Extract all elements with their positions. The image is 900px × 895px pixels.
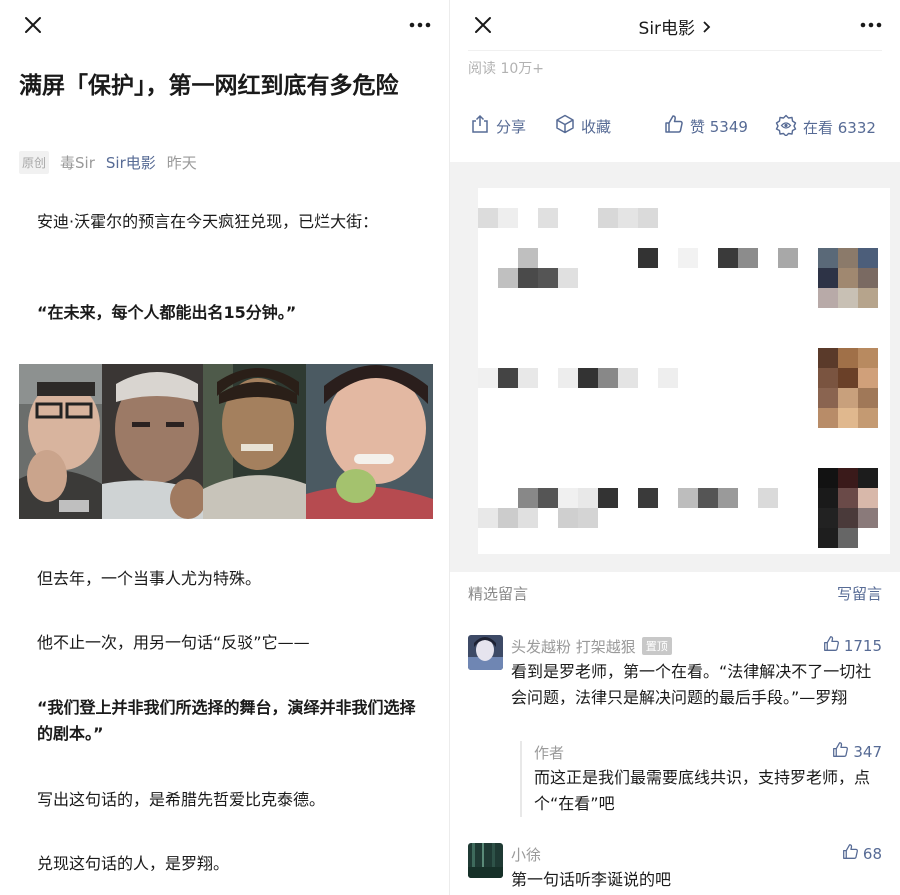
like-count: 赞 5349 bbox=[690, 117, 748, 136]
comment-like-button[interactable]: 68 bbox=[842, 843, 882, 864]
more-icon[interactable] bbox=[856, 10, 886, 40]
photo-person-2 bbox=[102, 364, 203, 519]
comment-text: 看到是罗老师，第一个在看。“法律解决不了一切社会问题，法律只是解决问题的最后手段… bbox=[511, 662, 872, 707]
thumbs-up-icon bbox=[664, 114, 684, 138]
account-navbar: Sir电影 bbox=[450, 0, 900, 50]
write-comment-button[interactable]: 写留言 bbox=[837, 583, 882, 604]
reply-like-count: 347 bbox=[853, 742, 882, 761]
article-actions: 分享 收藏 赞 5349 在看 6332 bbox=[450, 114, 900, 140]
favorite-button[interactable]: 收藏 bbox=[555, 114, 611, 138]
like-button[interactable]: 赞 5349 bbox=[664, 114, 748, 138]
article-quote: “在未来，每个人都能出名15分钟。” bbox=[37, 303, 297, 322]
avatar[interactable] bbox=[468, 843, 503, 878]
more-icon[interactable] bbox=[405, 10, 435, 40]
original-badge: 原创 bbox=[19, 150, 50, 174]
comment-author-row: 小徐 bbox=[511, 843, 882, 865]
comment-body: 小徐 68 第一句话听李诞说的吧 bbox=[511, 843, 882, 893]
article-paragraph: 安迪·沃霍尔的预言在今天疯狂兑现，已烂大街： bbox=[37, 212, 379, 231]
article-paragraph: 写出这句话的，是希腊先哲爱比克泰德。 bbox=[37, 790, 326, 809]
comment-like-button[interactable]: 1715 bbox=[823, 635, 882, 656]
article-paragraph: 他不止一次，用另一句话“反驳”它—— bbox=[37, 633, 310, 652]
article-title: 满屏「保护」，第一网红到底有多危险 bbox=[19, 73, 399, 99]
watching-count: 在看 6332 bbox=[803, 118, 876, 137]
blurred-promo-image bbox=[478, 188, 890, 554]
reply-like-button[interactable]: 347 bbox=[832, 741, 882, 762]
share-icon bbox=[470, 114, 490, 138]
account-link[interactable]: Sir电影 bbox=[106, 152, 156, 173]
promo-area bbox=[450, 162, 900, 572]
article-meta: 原创 毒Sir Sir电影 昨天 bbox=[19, 150, 197, 174]
article-paragraph: 但去年，一个当事人尤为特殊。 bbox=[37, 569, 262, 588]
watching-icon bbox=[775, 114, 797, 140]
photo-person-1 bbox=[19, 364, 102, 519]
favorite-icon bbox=[555, 114, 575, 138]
comments-label: 精选留言 bbox=[468, 585, 529, 603]
comment-body: 头发越粉 打架越狠 置顶 1715 看到是罗老师，第一个在看。“法律解决不了一切… bbox=[511, 635, 882, 711]
reply-text: 而这正是我们最需要底线共识，支持罗老师，点个“在看”吧 bbox=[534, 768, 871, 813]
comment-author: 头发越粉 打架越狠 bbox=[511, 637, 636, 656]
photo-person-3 bbox=[203, 364, 306, 519]
thumbs-up-icon bbox=[823, 635, 840, 656]
reply-author: 作者 bbox=[534, 743, 565, 762]
article-paragraph: 兑现这句话的人，是罗翔。 bbox=[37, 854, 230, 873]
article-navbar bbox=[0, 0, 449, 50]
article-panel: 满屏「保护」，第一网红到底有多危险 原创 毒Sir Sir电影 昨天 安迪·沃霍… bbox=[0, 0, 450, 895]
share-label: 分享 bbox=[496, 117, 527, 136]
avatar[interactable] bbox=[468, 635, 503, 670]
comments-header: 精选留言 写留言 bbox=[468, 583, 882, 604]
comment-like-count: 1715 bbox=[843, 636, 882, 655]
comment-author: 小徐 bbox=[511, 845, 542, 864]
account-title: Sir电影 bbox=[638, 19, 696, 39]
publish-time: 昨天 bbox=[166, 153, 197, 172]
author-reply: 作者 347 而这正是我们最需要底线共识，支持罗老师，点个“在看”吧 bbox=[520, 741, 882, 817]
reply-author-row: 作者 bbox=[534, 741, 882, 763]
comment-like-count: 68 bbox=[862, 844, 882, 863]
article-footer-panel: Sir电影 阅读 10万+ 分享 收藏 赞 5349 在看 6332 精选留言 … bbox=[450, 0, 900, 895]
author-name: 毒Sir bbox=[60, 153, 95, 172]
account-title-link[interactable]: Sir电影 bbox=[450, 14, 900, 39]
thumbs-up-icon bbox=[832, 741, 849, 762]
photo-person-4 bbox=[306, 364, 433, 519]
read-count: 阅读 10万+ bbox=[468, 61, 544, 77]
comment-text: 第一句话听李诞说的吧 bbox=[511, 870, 672, 889]
thumbs-up-icon bbox=[842, 843, 859, 864]
share-button[interactable]: 分享 bbox=[470, 114, 526, 138]
article-quote: “我们登上并非我们所选择的舞台，演绎并非我们选择的剧本。” bbox=[37, 698, 416, 743]
navbar-divider bbox=[468, 50, 882, 51]
pinned-badge: 置顶 bbox=[641, 637, 672, 655]
close-icon[interactable] bbox=[18, 10, 48, 40]
article-photo-collage bbox=[19, 364, 433, 519]
watching-button[interactable]: 在看 6332 bbox=[775, 114, 876, 140]
favorite-label: 收藏 bbox=[581, 117, 612, 136]
chevron-right-icon bbox=[702, 19, 711, 39]
